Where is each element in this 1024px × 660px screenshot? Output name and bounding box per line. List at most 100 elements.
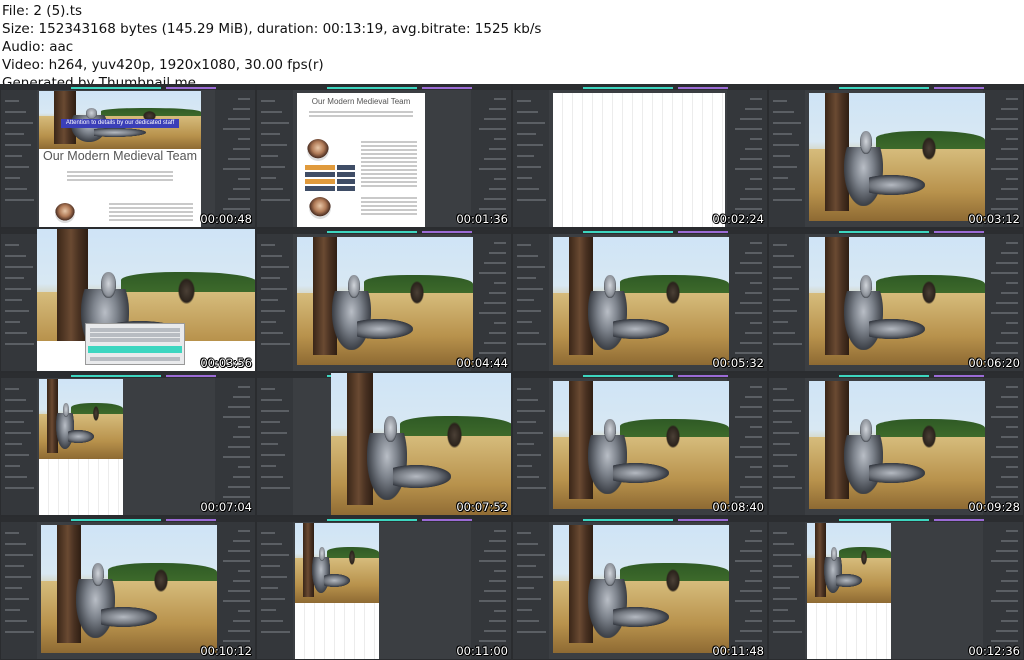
panel-row	[1006, 530, 1018, 532]
panel-row	[1001, 332, 1018, 334]
panel-row	[261, 277, 280, 279]
editor-canvas	[553, 237, 729, 365]
panel-row	[991, 208, 1018, 210]
panel-row	[228, 118, 250, 120]
panel-row	[773, 111, 794, 113]
panel-row	[223, 416, 250, 418]
panel-row	[261, 321, 276, 323]
panel-row	[773, 332, 795, 334]
skill-bar	[305, 165, 335, 170]
panel-row	[773, 421, 792, 423]
panel-row	[5, 299, 22, 301]
panel-row	[1001, 108, 1018, 110]
editor-right-panel	[983, 522, 1023, 659]
photo-knight-scene	[41, 525, 217, 653]
mockup-text-line	[309, 111, 413, 113]
panel-row	[261, 399, 282, 401]
timestamp-label: 00:02:24	[712, 212, 764, 226]
panel-row	[5, 476, 27, 478]
editor-right-panel	[471, 234, 511, 371]
panel-row	[1001, 188, 1018, 190]
thumbnail-15: 00:11:48	[512, 516, 768, 660]
panel-row	[740, 590, 762, 592]
panel-row	[5, 310, 29, 312]
panel-row	[5, 188, 27, 190]
panel-row	[991, 456, 1018, 458]
editor-canvas: Attention to details by our dedicated st…	[39, 91, 201, 227]
panel-row	[773, 598, 797, 600]
editor-accent-bar	[71, 375, 161, 377]
panel-row	[740, 486, 762, 488]
panel-row	[1001, 540, 1018, 542]
panel-row	[996, 342, 1018, 344]
horse-figure	[177, 277, 196, 304]
panel-row	[740, 302, 762, 304]
panel-row	[773, 476, 795, 478]
panel-row	[517, 543, 538, 545]
editor-accent-bar	[678, 231, 728, 233]
panel-row	[5, 620, 27, 622]
panel-row	[517, 532, 531, 534]
panel-row	[5, 421, 24, 423]
panel-row	[517, 288, 543, 290]
panel-row	[740, 406, 762, 408]
panel-row	[489, 252, 506, 254]
panel-row	[740, 446, 762, 448]
editor-accent-bar	[839, 87, 929, 89]
panel-row	[261, 487, 290, 489]
panel-row	[740, 158, 762, 160]
panel-row	[740, 630, 762, 632]
panel-row	[750, 466, 762, 468]
editor-right-panel	[983, 378, 1023, 515]
knight-legs	[612, 462, 670, 484]
mockup-text-line	[361, 213, 417, 215]
panel-row	[517, 598, 541, 600]
editor-accent-bar	[934, 375, 984, 377]
panel-row	[517, 554, 545, 556]
panel-row	[5, 133, 24, 135]
panel-row	[238, 98, 250, 100]
panel-row	[773, 631, 802, 633]
mockup-text-line	[361, 185, 417, 187]
panel-row	[223, 560, 250, 562]
panel-row	[494, 610, 506, 612]
panel-row	[489, 540, 506, 542]
editor-accent-bar	[327, 519, 417, 521]
panel-row	[773, 100, 787, 102]
panel-row	[517, 620, 539, 622]
mockup-page: Attention to details by our dedicated st…	[39, 91, 201, 227]
panel-row	[261, 144, 287, 146]
panel-row	[5, 155, 22, 157]
panel-row	[517, 454, 541, 456]
mockup-text-line	[109, 219, 193, 221]
knight-legs	[835, 574, 863, 588]
panel-row	[996, 446, 1018, 448]
thumbnail-6: 00:04:44	[256, 228, 512, 372]
panel-row	[233, 476, 250, 478]
editor-right-panel	[471, 522, 511, 659]
panel-row	[228, 550, 250, 552]
panel-row	[5, 321, 20, 323]
editor-canvas	[295, 523, 379, 659]
panel-row	[5, 487, 34, 489]
timestamp-label: 00:07:04	[200, 500, 252, 514]
editor-canvas	[809, 237, 985, 365]
panel-row	[484, 550, 506, 552]
panel-row	[261, 554, 289, 556]
panel-row	[494, 138, 506, 140]
panel-row	[991, 128, 1018, 130]
panel-row	[238, 466, 250, 468]
panel-row	[5, 199, 34, 201]
panel-row	[996, 406, 1018, 408]
dialog-selected-row	[88, 346, 182, 353]
panel-row	[261, 111, 282, 113]
editor-accent-bar	[327, 87, 417, 89]
editor-accent-bar	[71, 87, 161, 89]
panel-row	[261, 576, 287, 578]
panel-row	[517, 576, 543, 578]
panel-row	[261, 310, 285, 312]
panel-row	[479, 208, 506, 210]
editor-canvas	[39, 379, 123, 515]
panel-row	[233, 620, 250, 622]
panel-row	[517, 255, 538, 257]
